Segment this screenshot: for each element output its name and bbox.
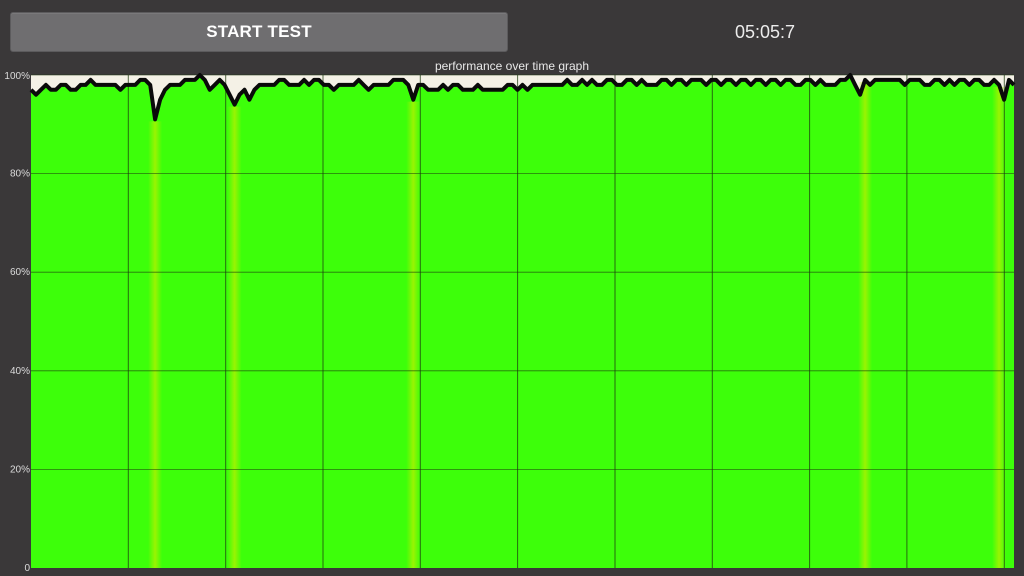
y-tick-label: 100% [4,71,30,82]
dip-band [148,121,163,568]
start-test-button[interactable]: START TEST [10,12,508,52]
dip-band [406,101,421,569]
y-tick-label: 40% [10,366,30,377]
app-screen: START TEST 05:05:7 performance over time… [0,0,1024,576]
dip-band [858,81,873,569]
dip-band [227,106,242,568]
performance-graph: 0 20% 40% 60% 80% 100% [4,71,1016,574]
y-tick-label: 20% [10,464,30,475]
y-tick-label: 60% [10,267,30,278]
y-tick-label: 0 [24,563,30,574]
y-tick-label: 80% [10,169,30,180]
elapsed-timer: 05:05:7 [734,21,796,42]
